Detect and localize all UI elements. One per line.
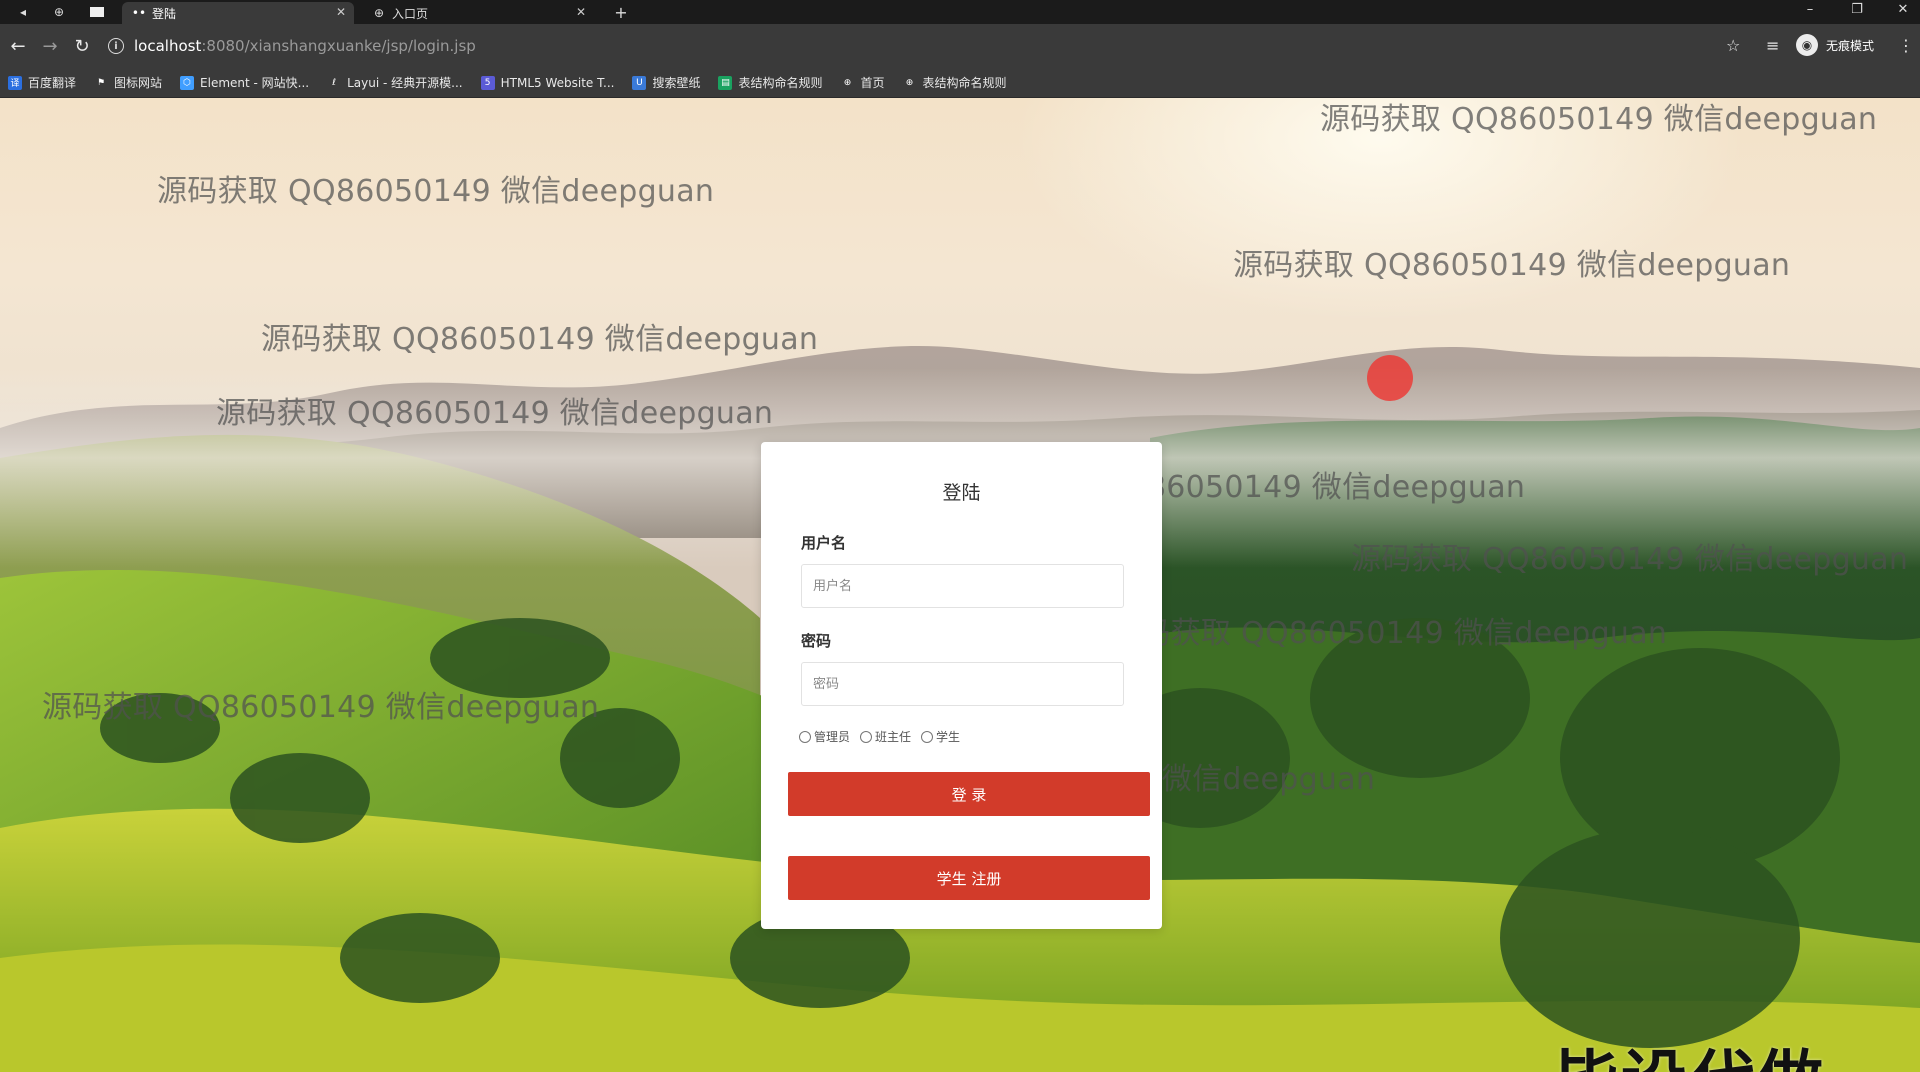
- minimize-icon[interactable]: –: [1795, 2, 1825, 17]
- window-icon[interactable]: [88, 3, 106, 21]
- menu-icon[interactable]: ⋮: [1898, 36, 1914, 55]
- bookmark-label: HTML5 Website T...: [500, 75, 615, 90]
- bookmark-label: Element - 网站快...: [200, 76, 310, 90]
- role-admin-label: 管理员: [814, 730, 851, 744]
- bookmark-item[interactable]: ⊕ 表结构命名规则: [902, 74, 1007, 91]
- bookmark-item[interactable]: 5 HTML5 Website T...: [480, 75, 615, 90]
- tab-login[interactable]: •• 登陆 ✕: [122, 2, 354, 24]
- reading-list-icon[interactable]: ≡: [1766, 36, 1779, 55]
- forward-icon[interactable]: →: [40, 36, 60, 57]
- close-icon[interactable]: ✕: [576, 5, 586, 19]
- login-card: 登陆 用户名 密码 管理员 班主任 学生 登 录 学生 注册: [761, 442, 1162, 929]
- flag-icon: ⚑: [94, 75, 109, 90]
- register-button[interactable]: 学生 注册: [788, 856, 1150, 900]
- browser-toolbar: ← → ↻ i localhost :8080/xianshangxuanke/…: [0, 24, 1920, 68]
- incognito-icon: ◉: [1796, 34, 1818, 56]
- bookmark-label: 首页: [860, 76, 885, 90]
- bookmark-item[interactable]: 译百度翻译: [8, 74, 76, 91]
- bookmark-item[interactable]: ℓ Layui - 经典开源模...: [327, 74, 463, 91]
- globe-icon[interactable]: ⊕: [50, 3, 68, 21]
- page-viewport: 源码获取 QQ86050149 微信deepguan 源码获取 QQ860501…: [0, 98, 1920, 1072]
- bookmark-item[interactable]: ⬡ Element - 网站快...: [180, 74, 309, 91]
- watermark: 源码获取 QQ86050149 微信deepguan: [1233, 248, 1791, 283]
- html5-icon: 5: [480, 75, 495, 90]
- role-head-teacher-radio[interactable]: [860, 730, 873, 743]
- element-icon: ⬡: [180, 75, 195, 90]
- watermark: 源码获取 QQ86050149 微信deepguan: [1320, 102, 1878, 137]
- role-admin[interactable]: 管理员: [799, 728, 850, 745]
- back-icon[interactable]: ←: [8, 36, 28, 57]
- bookmark-label: 百度翻译: [28, 76, 77, 90]
- url-host: localhost: [134, 37, 202, 55]
- role-admin-radio[interactable]: [799, 730, 811, 743]
- incognito-indicator[interactable]: ◉ 无痕模式: [1796, 34, 1874, 56]
- bookmark-item[interactable]: ▤ 表结构命名规则: [718, 74, 822, 91]
- bookmark-label: Layui - 经典开源模...: [347, 76, 463, 90]
- translate-icon: 译: [8, 75, 22, 90]
- globe-icon: ⊕: [840, 75, 855, 90]
- star-icon[interactable]: ☆: [1726, 36, 1740, 55]
- overlay-text: 毕设代做: [1553, 1028, 1825, 1072]
- password-input[interactable]: [801, 662, 1124, 706]
- watermark: 源码获取 QQ86050149 微信deepguan: [157, 174, 715, 209]
- bookmark-label: 表结构命名规则: [738, 76, 823, 90]
- loading-icon: ••: [131, 6, 147, 20]
- watermark: 源码获取 QQ86050149 微信deepguan: [216, 396, 774, 431]
- new-tab-icon[interactable]: +: [612, 3, 630, 22]
- tab-title: 登陆: [152, 6, 177, 21]
- username-input[interactable]: [801, 564, 1124, 608]
- url-path: :8080/xianshangxuanke/jsp/login.jsp: [201, 37, 476, 55]
- layui-icon: ℓ: [327, 75, 342, 90]
- bookmark-label: 搜索壁纸: [652, 76, 701, 90]
- incognito-label: 无痕模式: [1826, 38, 1875, 53]
- close-window-icon[interactable]: ✕: [1888, 2, 1918, 17]
- role-head-teacher-label: 班主任: [875, 730, 912, 744]
- bookmark-item[interactable]: ⚑ 图标网站: [94, 74, 162, 91]
- role-student-label: 学生: [936, 730, 961, 744]
- role-student[interactable]: 学生: [921, 728, 960, 745]
- tab-entry[interactable]: ⊕ 入口页 ✕: [362, 2, 594, 24]
- audio-icon[interactable]: ◂: [14, 3, 32, 21]
- watermark: 源码获取 QQ86050149 微信deepguan: [1110, 616, 1668, 651]
- watermark: 源码获取 QQ86050149 微信deepguan: [1351, 542, 1909, 577]
- reload-icon[interactable]: ↻: [72, 36, 92, 57]
- watermark: 源码获取 QQ86050149 微信deepguan: [261, 322, 819, 357]
- bookmark-item[interactable]: ⊕ 首页: [840, 74, 885, 91]
- restore-icon[interactable]: ❐: [1842, 2, 1872, 17]
- close-icon[interactable]: ✕: [336, 5, 346, 19]
- info-icon[interactable]: i: [108, 38, 124, 54]
- role-head-teacher[interactable]: 班主任: [860, 728, 911, 745]
- password-label: 密码: [801, 632, 832, 650]
- role-radio-group: 管理员 班主任 学生: [799, 728, 960, 745]
- globe-icon: ⊕: [902, 75, 917, 90]
- bookmark-label: 表结构命名规则: [922, 76, 1007, 90]
- wallpaper-icon: U: [632, 75, 647, 90]
- globe-icon: ⊕: [373, 6, 385, 20]
- cursor-highlight: [1367, 355, 1413, 401]
- bookmarks-bar: 译百度翻译 ⚑ 图标网站 ⬡ Element - 网站快... ℓ Layui - 经典开源…: [0, 68, 1920, 98]
- address-bar[interactable]: i localhost :8080/xianshangxuanke/jsp/lo…: [108, 32, 1768, 60]
- table-icon: ▤: [718, 75, 733, 90]
- username-label: 用户名: [801, 534, 847, 552]
- login-button[interactable]: 登 录: [788, 772, 1150, 816]
- bookmark-item[interactable]: U 搜索壁纸: [632, 74, 700, 91]
- watermark: 源码获取 QQ86050149 微信deepguan: [42, 690, 600, 725]
- login-title: 登陆: [942, 482, 981, 504]
- browser-tab-bar: ◂ ⊕ •• 登陆 ✕ ⊕ 入口页 ✕ + – ❐ ✕: [0, 0, 1920, 24]
- bookmark-label: 图标网站: [114, 76, 163, 90]
- role-student-radio[interactable]: [921, 730, 934, 743]
- tab-title: 入口页: [392, 6, 429, 21]
